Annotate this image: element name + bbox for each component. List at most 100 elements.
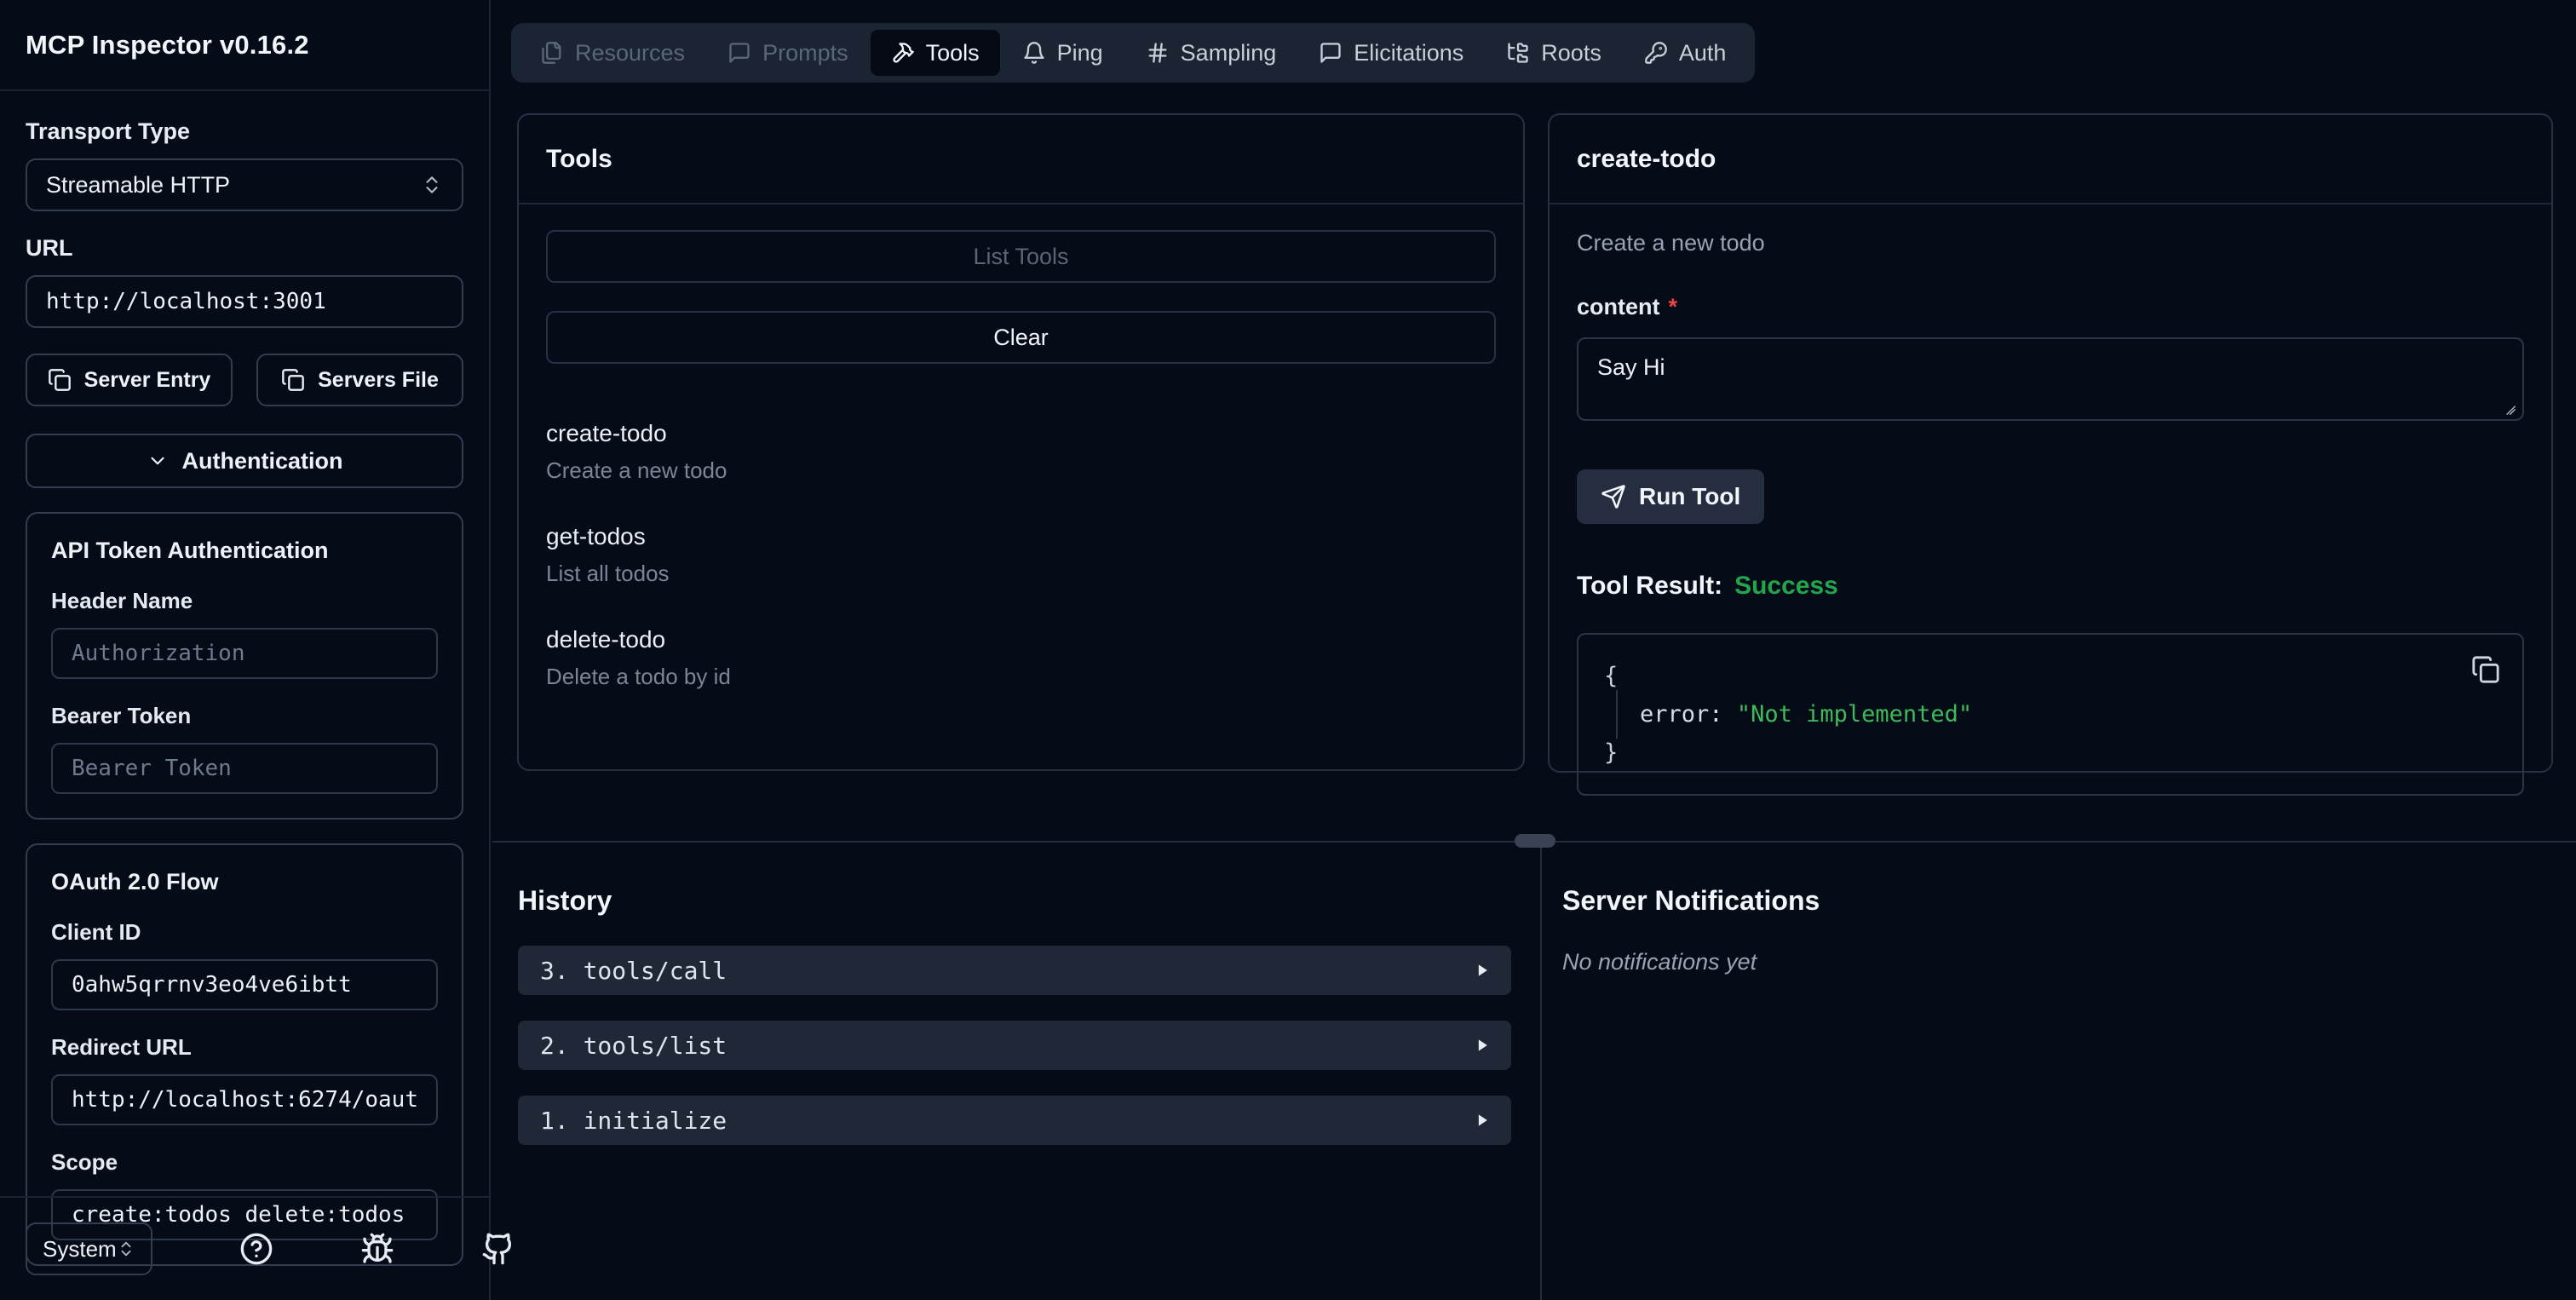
tool-item-get-todos[interactable]: get-todos List all todos — [546, 523, 1496, 587]
bug-icon[interactable] — [360, 1232, 394, 1266]
authentication-toggle[interactable]: Authentication — [26, 434, 463, 488]
bell-icon — [1022, 41, 1046, 65]
server-notifications-panel: Server Notifications No notifications ye… — [1540, 843, 2576, 1300]
json-close-brace: } — [1604, 739, 1619, 766]
required-marker: * — [1668, 294, 1678, 319]
files-icon — [540, 41, 564, 65]
bearer-token-input[interactable] — [51, 743, 438, 794]
sidebar: MCP Inspector v0.16.2 Transport Type Str… — [0, 0, 511, 1300]
chevron-down-icon — [147, 450, 169, 472]
message-square-icon — [727, 41, 751, 65]
copy-buttons-row: Server Entry Servers File — [26, 354, 463, 406]
tab-elicitations[interactable]: Elicitations — [1298, 30, 1484, 76]
history-item-tools-call[interactable]: 3. tools/call — [518, 946, 1511, 995]
servers-file-label: Servers File — [318, 367, 439, 392]
hammer-icon — [891, 41, 915, 65]
header-name-label: Header Name — [51, 588, 193, 613]
api-token-title: API Token Authentication — [51, 538, 329, 563]
chevrons-up-down-icon — [421, 174, 443, 196]
url-label: URL — [26, 235, 73, 261]
copy-icon[interactable] — [2471, 655, 2500, 684]
tab-ping[interactable]: Ping — [1002, 30, 1124, 76]
url-input[interactable] — [26, 275, 463, 328]
server-entry-button[interactable]: Server Entry — [26, 354, 233, 406]
bearer-token-label: Bearer Token — [51, 703, 192, 728]
redirect-url-input[interactable] — [51, 1074, 438, 1125]
tab-label: Prompts — [762, 39, 848, 66]
json-open-brace: { — [1604, 663, 1619, 689]
history-item-tools-list[interactable]: 2. tools/list — [518, 1021, 1511, 1070]
app-title: MCP Inspector v0.16.2 — [26, 29, 309, 60]
tool-result-status: Success — [1734, 572, 1838, 600]
header-name-input[interactable] — [51, 628, 438, 679]
tab-label: Ping — [1056, 39, 1103, 66]
tab-tools[interactable]: Tools — [870, 30, 1000, 76]
redirect-url-label: Redirect URL — [51, 1034, 192, 1060]
tab-label: Auth — [1678, 39, 1727, 66]
tab-bar: Resources Prompts Tools Ping Sampling El… — [511, 23, 1756, 83]
run-tool-panel-title: create-todo — [1550, 115, 2551, 204]
tool-list: create-todo Create a new todo get-todos … — [546, 420, 1496, 690]
tool-description: Create a new todo — [1577, 230, 1765, 256]
server-entry-label: Server Entry — [83, 367, 211, 392]
json-error-line: error: "Not implemented" — [1604, 690, 2497, 739]
tab-roots[interactable]: Roots — [1486, 30, 1622, 76]
sidebar-header: MCP Inspector v0.16.2 — [0, 0, 489, 91]
history-panel: History 3. tools/call 2. tools/list 1. i… — [492, 843, 1540, 1300]
tab-label: Elicitations — [1354, 39, 1464, 66]
tab-auth[interactable]: Auth — [1624, 30, 1747, 76]
tab-resources[interactable]: Resources — [520, 30, 705, 76]
authentication-toggle-label: Authentication — [181, 447, 343, 474]
folder-tree-icon — [1506, 41, 1530, 65]
theme-select[interactable]: System — [26, 1222, 152, 1275]
client-id-label: Client ID — [51, 919, 141, 945]
api-token-card: API Token Authentication Header Name Bea… — [26, 512, 463, 820]
send-icon — [1601, 484, 1626, 509]
tab-prompts[interactable]: Prompts — [707, 30, 869, 76]
key-icon — [1644, 41, 1668, 65]
main-area: Resources Prompts Tools Ping Sampling El… — [492, 0, 2576, 1300]
help-circle-icon[interactable] — [239, 1232, 273, 1266]
resize-grip-icon[interactable] — [2498, 398, 2517, 417]
sidebar-footer: System — [0, 1196, 511, 1300]
splitter-drag-handle[interactable] — [1515, 834, 1555, 848]
transport-type-label: Transport Type — [26, 118, 191, 144]
history-item-initialize[interactable]: 1. initialize — [518, 1096, 1511, 1145]
list-tools-button[interactable]: List Tools — [546, 230, 1496, 283]
expand-arrow-icon — [1474, 960, 1491, 981]
result-json-block: { error: "Not implemented" } — [1577, 633, 2524, 796]
copy-icon — [48, 368, 72, 392]
history-list: 3. tools/call 2. tools/list 1. initializ… — [518, 946, 1511, 1145]
history-title: History — [518, 885, 612, 916]
transport-type-value: Streamable HTTP — [46, 171, 231, 198]
clear-button[interactable]: Clear — [546, 311, 1496, 364]
tool-item-create-todo[interactable]: create-todo Create a new todo — [546, 420, 1496, 484]
client-id-input[interactable] — [51, 959, 438, 1010]
servers-file-button[interactable]: Servers File — [256, 354, 463, 406]
tab-label: Sampling — [1180, 39, 1277, 66]
expand-arrow-icon — [1474, 1035, 1491, 1056]
oauth-title: OAuth 2.0 Flow — [51, 869, 219, 894]
copy-icon — [281, 368, 305, 392]
content-field-label: content — [1577, 294, 1660, 319]
no-notifications-message: No notifications yet — [1562, 949, 1757, 975]
sidebar-body: Transport Type Streamable HTTP URL Serve… — [0, 91, 489, 1266]
hash-icon — [1146, 41, 1170, 65]
scope-label: Scope — [51, 1149, 118, 1175]
content-field-input[interactable]: Say Hi — [1577, 337, 2524, 421]
tool-item-delete-todo[interactable]: delete-todo Delete a todo by id — [546, 626, 1496, 690]
chevrons-up-down-icon — [117, 1240, 135, 1258]
tab-sampling[interactable]: Sampling — [1125, 30, 1297, 76]
tools-panel-title: Tools — [519, 115, 1523, 204]
tab-label: Resources — [575, 39, 686, 66]
run-tool-panel: create-todo Create a new todo content * … — [1548, 113, 2553, 796]
theme-select-value: System — [43, 1235, 117, 1262]
expand-arrow-icon — [1474, 1110, 1491, 1130]
tools-panel: Tools List Tools Clear create-todo Creat… — [517, 113, 1525, 771]
transport-type-select[interactable]: Streamable HTTP — [26, 158, 463, 211]
run-tool-button-label: Run Tool — [1639, 483, 1741, 509]
run-tool-button[interactable]: Run Tool — [1577, 469, 1765, 524]
tab-label: Roots — [1541, 39, 1601, 66]
server-notifications-title: Server Notifications — [1562, 885, 1820, 916]
tab-label: Tools — [925, 39, 980, 66]
